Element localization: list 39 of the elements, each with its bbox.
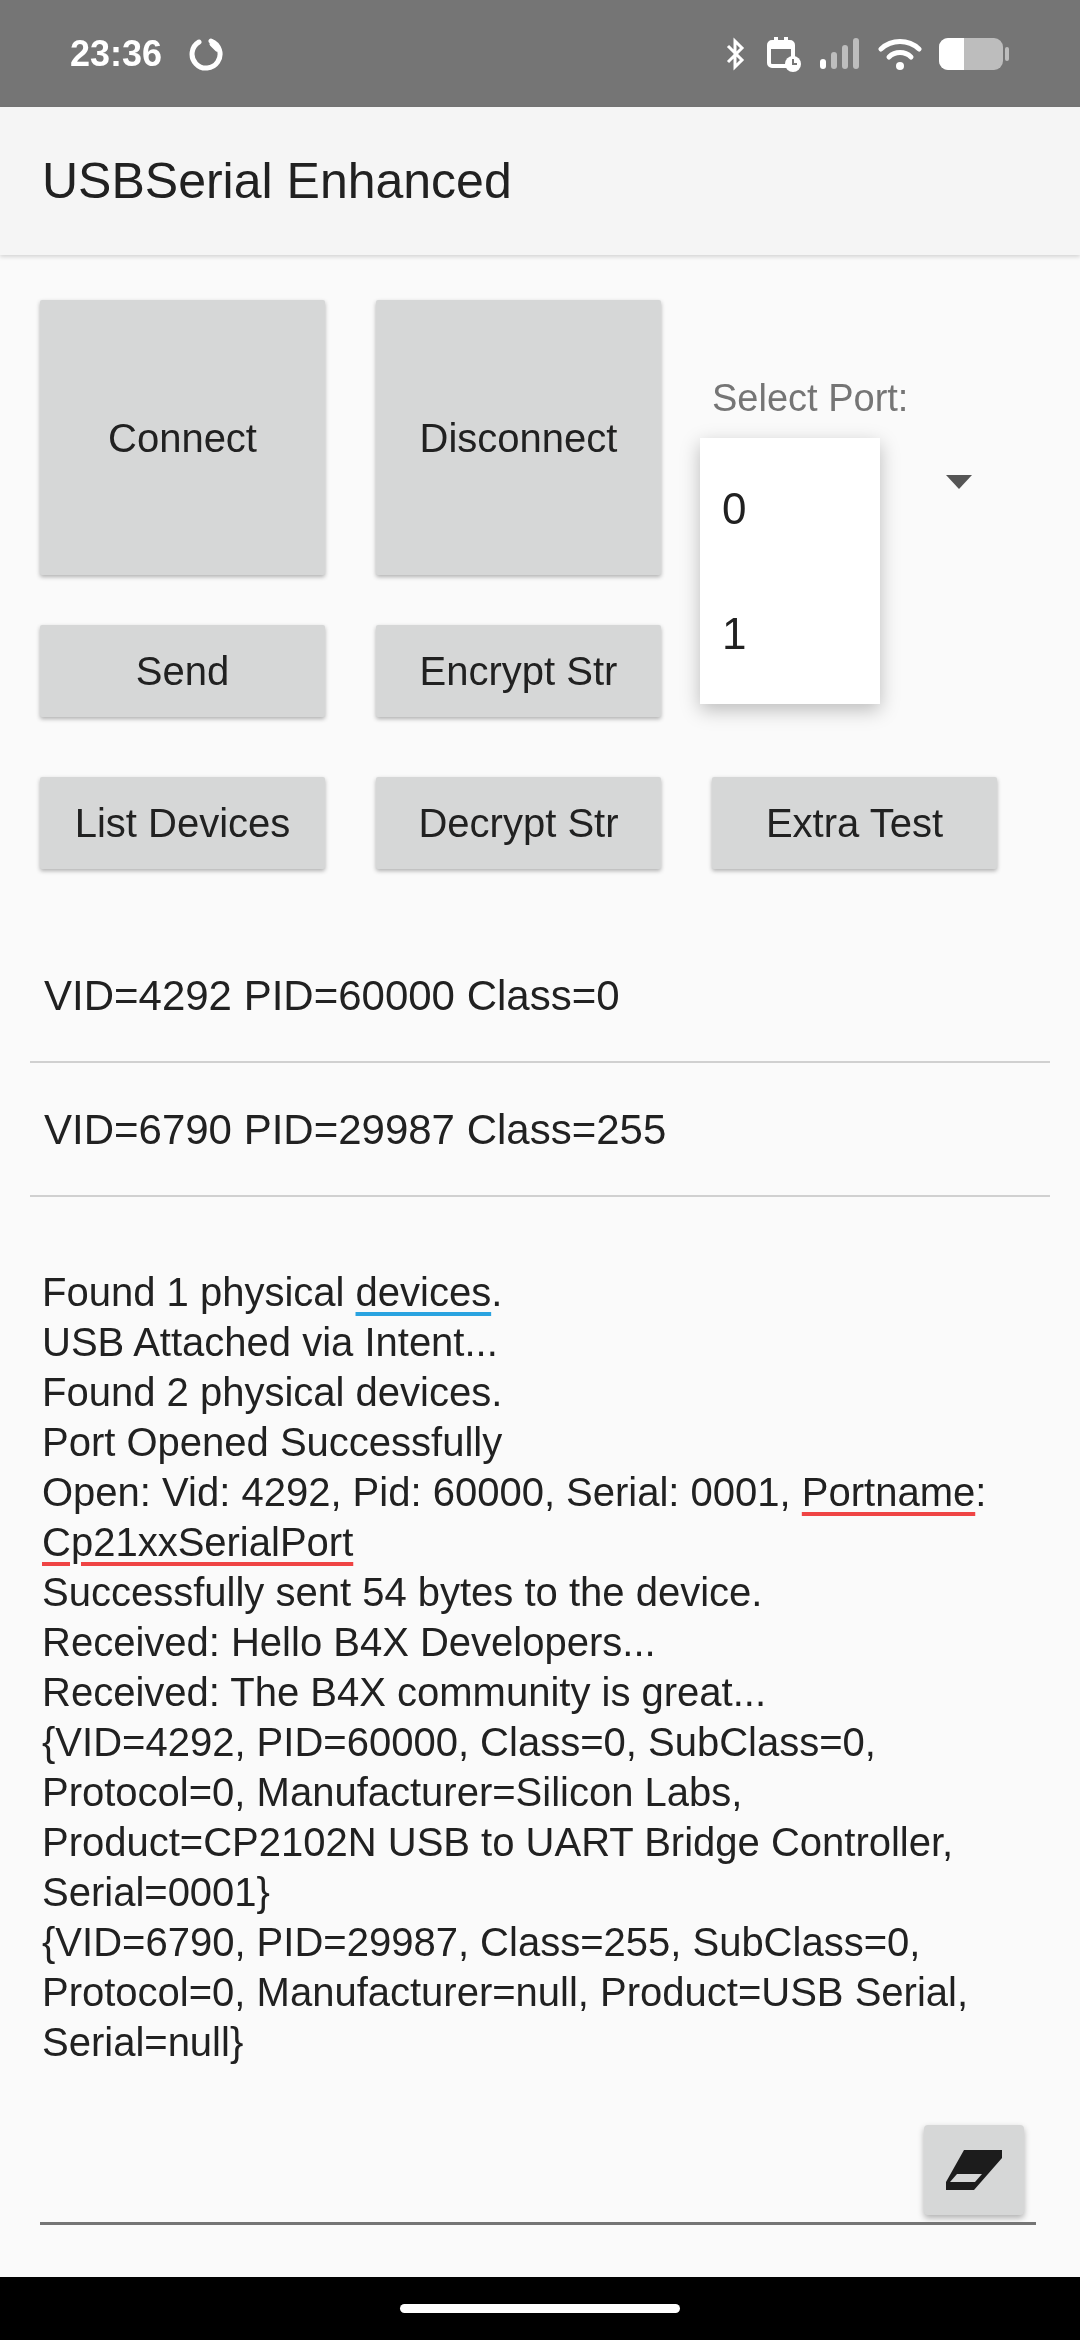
device-list-item[interactable]: VID=4292 PID=60000 Class=0 bbox=[44, 963, 620, 1027]
log-line: Cp21xxSerialPort bbox=[42, 1519, 355, 1566]
log-line: Port Opened Successfully bbox=[42, 1419, 504, 1466]
log-line: Protocol=0, Manufacturer=null, Product=USB Serial, bbox=[42, 1969, 970, 2016]
log-line: USB Attached via Intent... bbox=[42, 1319, 499, 1366]
action-button[interactable]: Send bbox=[40, 625, 325, 717]
dropdown-caret-icon[interactable] bbox=[946, 475, 972, 489]
log-line: Serial=0001} bbox=[42, 1869, 271, 1916]
spinner-label: Select Port: bbox=[712, 377, 909, 419]
app-title: USBSerial Enhanced bbox=[42, 151, 512, 211]
calendar-clock-icon bbox=[766, 34, 802, 73]
status-time: 23:36 bbox=[70, 31, 163, 76]
wifi-icon bbox=[878, 36, 922, 71]
dropdown-option[interactable]: 1 bbox=[700, 571, 880, 696]
battery-icon bbox=[938, 36, 1010, 71]
log-line: Received: The B4X community is great... bbox=[42, 1669, 768, 1716]
action-button[interactable]: Connect bbox=[40, 300, 325, 575]
dropdown-option[interactable]: 0 bbox=[700, 446, 880, 571]
action-button[interactable]: Encrypt Str bbox=[376, 625, 661, 717]
action-button[interactable]: Extra Test bbox=[712, 777, 997, 869]
clear-button[interactable] bbox=[924, 2125, 1024, 2215]
log-line: {VID=6790, PID=29987, Class=255, SubClass=0, bbox=[42, 1919, 922, 1966]
device-list-item[interactable]: VID=6790 PID=29987 Class=255 bbox=[44, 1097, 667, 1161]
signal-icon bbox=[818, 36, 862, 71]
eraser-icon bbox=[944, 2148, 1004, 2192]
action-button[interactable]: List Devices bbox=[40, 777, 325, 869]
log-line: Found 1 physical devices. bbox=[42, 1269, 504, 1316]
log-line: Received: Hello B4X Developers... bbox=[42, 1619, 657, 1666]
action-button[interactable]: Disconnect bbox=[376, 300, 661, 575]
home-handle[interactable] bbox=[400, 2304, 680, 2313]
sync-icon bbox=[188, 35, 225, 72]
log-line: Open: Vid: 4292, Pid: 60000, Serial: 0001, Portname: bbox=[42, 1469, 988, 1516]
action-button[interactable]: Decrypt Str bbox=[376, 777, 661, 869]
log-line: Successfully sent 54 bytes to the device. bbox=[42, 1569, 764, 1616]
log-line: Found 2 physical devices. bbox=[42, 1369, 504, 1416]
log-line: Product=CP2102N USB to UART Bridge Controller, bbox=[42, 1819, 955, 1866]
log-line: {VID=4292, PID=60000, Class=0, SubClass=0, bbox=[42, 1719, 877, 1766]
log-line: Protocol=0, Manufacturer=Silicon Labs, bbox=[42, 1769, 744, 1816]
log-line: Serial=null} bbox=[42, 2019, 245, 2066]
